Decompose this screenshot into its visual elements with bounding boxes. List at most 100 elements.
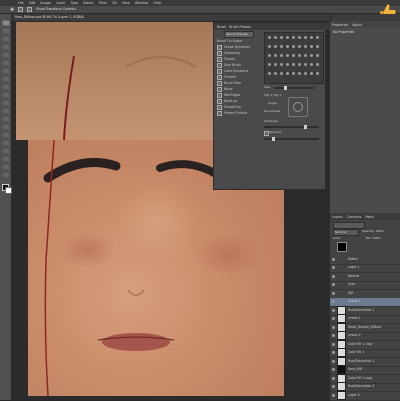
blend-mode-dropdown[interactable]: Normal — [333, 229, 359, 236]
auto-select-checkbox[interactable] — [18, 7, 24, 12]
brush-tip-preset[interactable] — [292, 54, 295, 57]
visibility-eye-icon[interactable] — [332, 291, 335, 295]
visibility-eye-icon[interactable] — [332, 300, 335, 304]
brush-tip-preset[interactable] — [304, 72, 307, 75]
history-brush-tool-button[interactable] — [2, 92, 10, 98]
tab-paths[interactable]: Paths — [365, 215, 374, 219]
brush-tip-preset[interactable] — [292, 36, 295, 39]
brush-presets-button[interactable]: Brush Presets — [224, 31, 254, 38]
brush-tip-preset[interactable] — [274, 36, 277, 39]
brush-tip-preset[interactable] — [292, 72, 295, 75]
brush-tip-preset[interactable] — [292, 63, 295, 66]
brush-tip-preset[interactable] — [280, 72, 283, 75]
crop-tool-button[interactable] — [2, 52, 10, 58]
menu-select[interactable]: Select — [83, 1, 93, 5]
brush-tip-preset[interactable] — [298, 63, 301, 66]
menu-view[interactable]: View — [122, 1, 130, 5]
zoom-tool-button[interactable] — [2, 172, 10, 178]
brush-tip-preset[interactable] — [298, 72, 301, 75]
shape-tool-button[interactable] — [2, 156, 10, 162]
brush-tip-preset[interactable] — [268, 63, 271, 66]
fill-field[interactable]: Fill: 100% — [366, 236, 381, 241]
brush-tip-preset[interactable] — [316, 54, 319, 57]
visibility-eye-icon[interactable] — [332, 342, 335, 346]
brush-tip-preset[interactable] — [280, 54, 283, 57]
brush-option-protect-texture[interactable]: Protect Texture — [217, 110, 261, 116]
opacity-field[interactable]: Opacity: 100% — [362, 229, 384, 234]
brush-tip-preset[interactable] — [304, 63, 307, 66]
hardness-slider[interactable] — [264, 125, 319, 129]
brush-tip-preset[interactable] — [310, 63, 313, 66]
tab-brush-presets[interactable]: Brush Presets — [229, 25, 251, 29]
lasso-tool-button[interactable] — [2, 36, 10, 42]
background-color-swatch[interactable] — [5, 187, 12, 194]
quick-select-tool-button[interactable] — [2, 44, 10, 50]
layer-row[interactable]: Layer 0 — [330, 390, 400, 401]
visibility-eye-icon[interactable] — [332, 368, 335, 372]
brush-tip-preset[interactable] — [268, 72, 271, 75]
visibility-eye-icon[interactable] — [332, 393, 335, 397]
layer-filter-dropdown[interactable] — [333, 222, 365, 229]
visibility-eye-icon[interactable] — [332, 376, 335, 380]
menu-layer[interactable]: Layer — [56, 1, 65, 5]
dodge-tool-button[interactable] — [2, 124, 10, 130]
tab-layers[interactable]: Layers — [332, 215, 343, 219]
tab-properties[interactable]: Properties — [332, 23, 348, 27]
visibility-eye-icon[interactable] — [332, 325, 335, 329]
brush-tip-preset[interactable] — [280, 45, 283, 48]
visibility-eye-icon[interactable] — [332, 385, 335, 389]
menu-file[interactable]: File — [18, 1, 24, 5]
menu-type[interactable]: Type — [70, 1, 78, 5]
brush-tip-preset[interactable] — [274, 45, 277, 48]
visibility-eye-icon[interactable] — [332, 274, 335, 278]
brush-tip-preset[interactable] — [274, 63, 277, 66]
brush-tip-preset[interactable] — [292, 45, 295, 48]
brush-tip-preset[interactable] — [274, 72, 277, 75]
hand-tool-button[interactable] — [2, 164, 10, 170]
spacing-slider[interactable] — [264, 137, 319, 141]
path-select-tool-button[interactable] — [2, 148, 10, 154]
brush-tip-preset[interactable] — [280, 63, 283, 66]
menu-help[interactable]: Help — [153, 1, 161, 5]
brush-tip-preset[interactable] — [286, 45, 289, 48]
healing-tool-button[interactable] — [2, 68, 10, 74]
brush-tip-preset[interactable] — [316, 63, 319, 66]
tab-channels[interactable]: Channels — [347, 215, 362, 219]
brush-tip-preset[interactable] — [286, 36, 289, 39]
visibility-eye-icon[interactable] — [332, 351, 335, 355]
marquee-tool-button[interactable] — [2, 28, 10, 34]
visibility-eye-icon[interactable] — [332, 257, 335, 261]
blur-tool-button[interactable] — [2, 116, 10, 122]
document-tab[interactable]: Face_Diffuse.psd @ 66.7% (Layer 1, RGB/8… — [12, 14, 384, 21]
brush-tip-preset[interactable] — [316, 45, 319, 48]
brush-tip-preset[interactable] — [268, 45, 271, 48]
visibility-eye-icon[interactable] — [332, 266, 335, 270]
brush-tip-preset[interactable] — [268, 36, 271, 39]
brush-tip-preset[interactable] — [304, 45, 307, 48]
tab-brush[interactable]: Brush — [217, 25, 226, 29]
visibility-eye-icon[interactable] — [332, 317, 335, 321]
menu-image[interactable]: Image — [40, 1, 51, 5]
move-tool-button[interactable] — [2, 20, 10, 26]
brush-angle-widget[interactable] — [288, 97, 308, 117]
brush-tip-preset[interactable] — [304, 54, 307, 57]
visibility-eye-icon[interactable] — [332, 334, 335, 338]
brush-tip-preset[interactable] — [298, 36, 301, 39]
brush-tip-preset[interactable] — [286, 63, 289, 66]
brush-tip-preset[interactable] — [268, 54, 271, 57]
pen-tool-button[interactable] — [2, 132, 10, 138]
brush-tip-preset[interactable] — [274, 54, 277, 57]
brush-tip-preset[interactable] — [298, 45, 301, 48]
transform-controls-checkbox[interactable] — [27, 7, 33, 12]
brush-tip-preset[interactable] — [280, 36, 283, 39]
menu-window[interactable]: Window — [135, 1, 148, 5]
brush-tip-preset[interactable] — [310, 45, 313, 48]
visibility-eye-icon[interactable] — [332, 283, 335, 287]
brush-tip-preset[interactable] — [316, 36, 319, 39]
menu-3d[interactable]: 3D — [112, 1, 117, 5]
brush-tip-preset[interactable] — [286, 72, 289, 75]
type-tool-button[interactable] — [2, 140, 10, 146]
brush-tip-preset[interactable] — [310, 72, 313, 75]
brush-tip-grid[interactable] — [264, 32, 324, 84]
brush-tip-preset[interactable] — [310, 54, 313, 57]
